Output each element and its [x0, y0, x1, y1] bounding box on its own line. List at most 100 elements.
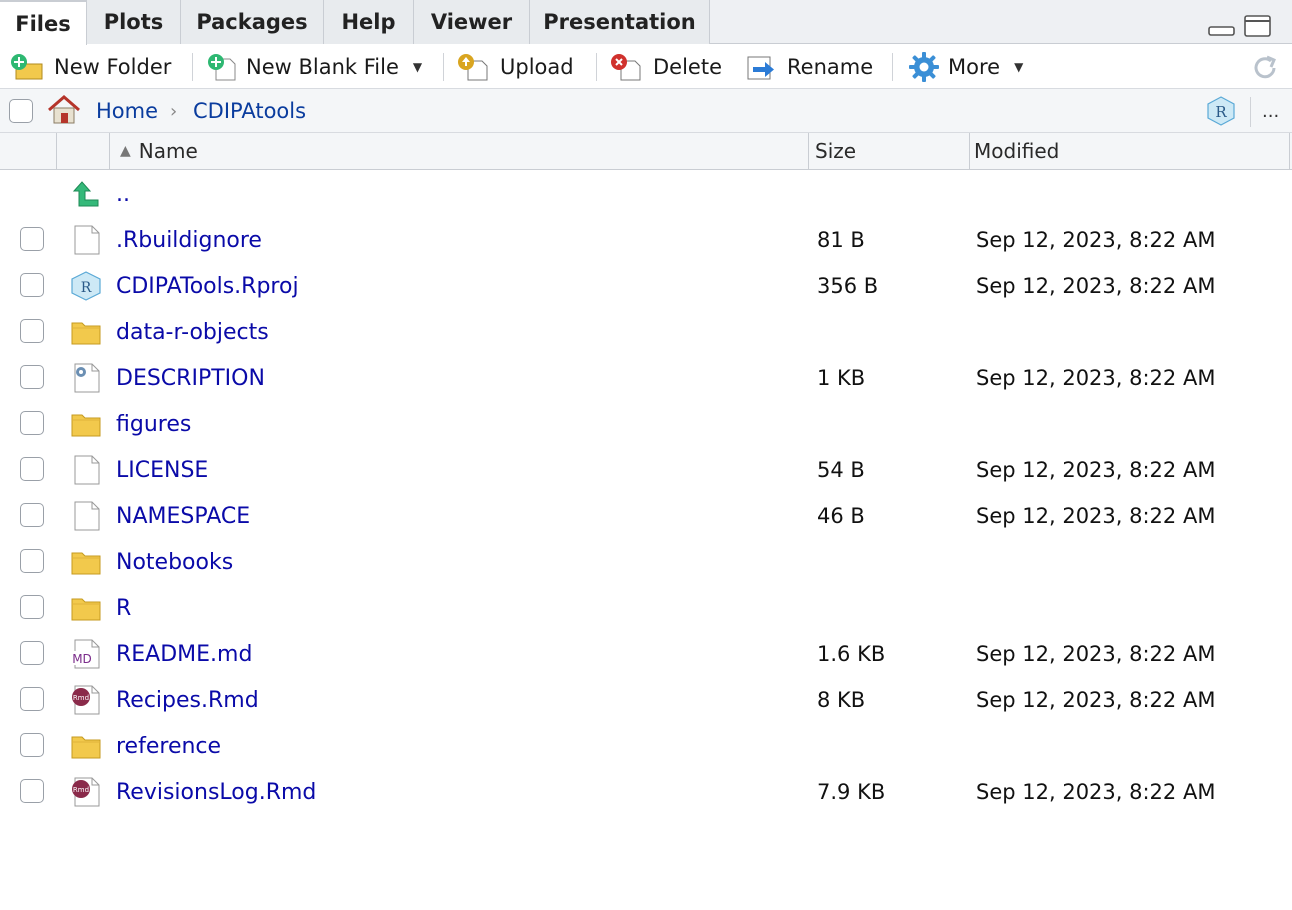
tab-label: Presentation — [543, 10, 696, 34]
new-file-icon — [208, 54, 236, 81]
row-checkbox[interactable] — [20, 411, 44, 435]
table-row[interactable]: DESCRIPTION 1 KB Sep 12, 2023, 8:22 AM — [0, 355, 1292, 401]
parent-directory-row[interactable]: .. — [0, 171, 1292, 217]
more-menu-button[interactable]: More ▼ — [908, 45, 1023, 89]
row-checkbox[interactable] — [20, 273, 44, 297]
file-modified: Sep 12, 2023, 8:22 AM — [976, 228, 1216, 252]
file-name-link[interactable]: R — [116, 585, 131, 631]
row-checkbox[interactable] — [20, 503, 44, 527]
tab-plots[interactable]: Plots — [87, 0, 181, 44]
delete-icon — [611, 54, 641, 81]
refresh-icon[interactable] — [1250, 53, 1280, 83]
file-name-link[interactable]: CDIPATools.Rproj — [116, 263, 299, 309]
header-name-label: Name — [138, 139, 198, 163]
file-name-link[interactable]: Recipes.Rmd — [116, 677, 259, 723]
breadcrumb-current[interactable]: CDIPAtools — [193, 89, 306, 133]
file-name-link[interactable]: .Rbuildignore — [116, 217, 262, 263]
row-checkbox[interactable] — [20, 641, 44, 665]
file-name-link[interactable]: Notebooks — [116, 539, 233, 585]
table-row[interactable]: Rmd RevisionsLog.Rmd 7.9 KB Sep 12, 2023, 8… — [0, 769, 1292, 815]
file-name-link[interactable]: NAMESPACE — [116, 493, 250, 539]
maximize-pane-icon[interactable] — [1243, 14, 1273, 38]
header-modified-label: Modified — [974, 139, 1060, 163]
table-row[interactable]: R — [0, 585, 1292, 631]
delete-button[interactable]: Delete — [609, 45, 722, 89]
file-name-link[interactable]: DESCRIPTION — [116, 355, 265, 401]
table-row[interactable]: NAMESPACE 46 B Sep 12, 2023, 8:22 AM — [0, 493, 1292, 539]
rename-icon — [747, 56, 774, 80]
row-checkbox[interactable] — [20, 549, 44, 573]
breadcrumb: Home › CDIPAtools R ... — [0, 89, 1292, 133]
row-checkbox[interactable] — [20, 687, 44, 711]
upload-label: Upload — [500, 55, 574, 79]
rename-button[interactable]: Rename — [745, 45, 873, 89]
gear-icon — [909, 52, 939, 82]
file-icon — [74, 225, 100, 255]
table-row[interactable]: .Rbuildignore 81 B Sep 12, 2023, 8:22 AM — [0, 217, 1292, 263]
tab-label: Plots — [103, 10, 164, 34]
tab-packages[interactable]: Packages — [181, 0, 324, 44]
header-checkbox-column — [0, 133, 57, 169]
table-row[interactable]: Notebooks — [0, 539, 1292, 585]
project-r-icon[interactable]: R — [1205, 95, 1237, 127]
table-row[interactable]: Rmd Recipes.Rmd 8 KB Sep 12, 2023, 8:22 AM — [0, 677, 1292, 723]
table-row[interactable]: reference — [0, 723, 1292, 769]
breadcrumb-home[interactable]: Home — [96, 89, 158, 133]
more-options-label: ... — [1262, 100, 1280, 122]
file-name-link[interactable]: figures — [116, 401, 191, 447]
file-name-link[interactable]: data-r-objects — [116, 309, 269, 355]
table-row[interactable]: MD README.md 1.6 KB Sep 12, 2023, 8:22 AM — [0, 631, 1292, 677]
row-checkbox[interactable] — [20, 319, 44, 343]
svg-text:R: R — [81, 280, 92, 296]
file-name-link[interactable]: RevisionsLog.Rmd — [116, 769, 316, 815]
select-all-checkbox[interactable] — [9, 99, 33, 123]
more-label: More — [948, 55, 1001, 79]
upload-button[interactable]: Upload — [456, 45, 574, 89]
parent-directory-link[interactable]: .. — [116, 171, 130, 217]
row-checkbox[interactable] — [20, 779, 44, 803]
row-checkbox[interactable] — [20, 457, 44, 481]
row-checkbox[interactable] — [20, 227, 44, 251]
minimize-pane-icon[interactable] — [1207, 14, 1237, 38]
folder-icon — [71, 598, 101, 621]
file-name-link[interactable]: reference — [116, 723, 221, 769]
file-modified: Sep 12, 2023, 8:22 AM — [976, 366, 1216, 390]
rproj-icon: R — [71, 271, 101, 301]
file-icon — [74, 501, 100, 531]
tab-help[interactable]: Help — [324, 0, 414, 44]
header-size[interactable]: Size — [809, 133, 970, 169]
header-name[interactable]: ▲ Name — [110, 133, 809, 169]
file-modified: Sep 12, 2023, 8:22 AM — [976, 458, 1216, 482]
table-row[interactable]: LICENSE 54 B Sep 12, 2023, 8:22 AM — [0, 447, 1292, 493]
chevron-down-icon[interactable]: ▼ — [1014, 60, 1023, 74]
file-name-link[interactable]: LICENSE — [116, 447, 208, 493]
table-row[interactable]: R CDIPATools.Rproj 356 B Sep 12, 2023, 8:22… — [0, 263, 1292, 309]
header-modified[interactable]: Modified — [970, 133, 1290, 169]
home-icon[interactable] — [46, 94, 82, 126]
header-icon-column — [57, 133, 110, 169]
row-checkbox[interactable] — [20, 595, 44, 619]
tab-label: Viewer — [430, 10, 513, 34]
more-options-button[interactable]: ... — [1262, 89, 1279, 133]
tab-presentation[interactable]: Presentation — [530, 0, 710, 44]
chevron-down-icon[interactable]: ▼ — [413, 60, 422, 74]
file-modified: Sep 12, 2023, 8:22 AM — [976, 642, 1216, 666]
delete-label: Delete — [653, 55, 722, 79]
new-folder-button[interactable]: New Folder — [10, 45, 171, 89]
table-row[interactable]: figures — [0, 401, 1292, 447]
file-size: 54 B — [817, 458, 865, 482]
tab-viewer[interactable]: Viewer — [414, 0, 530, 44]
file-size: 8 KB — [817, 688, 866, 712]
tab-label: Packages — [196, 10, 308, 34]
rename-label: Rename — [787, 55, 874, 79]
pane-tab-bar: Files Plots Packages Help Viewer Present… — [0, 0, 1292, 45]
row-checkbox[interactable] — [20, 365, 44, 389]
row-checkbox[interactable] — [20, 733, 44, 757]
new-blank-file-button[interactable]: New Blank File ▼ — [206, 45, 422, 89]
header-size-label: Size — [815, 139, 857, 163]
file-name-link[interactable]: README.md — [116, 631, 252, 677]
table-row[interactable]: data-r-objects — [0, 309, 1292, 355]
folder-icon — [71, 414, 101, 437]
upload-icon — [458, 54, 488, 81]
tab-files[interactable]: Files — [0, 0, 87, 45]
